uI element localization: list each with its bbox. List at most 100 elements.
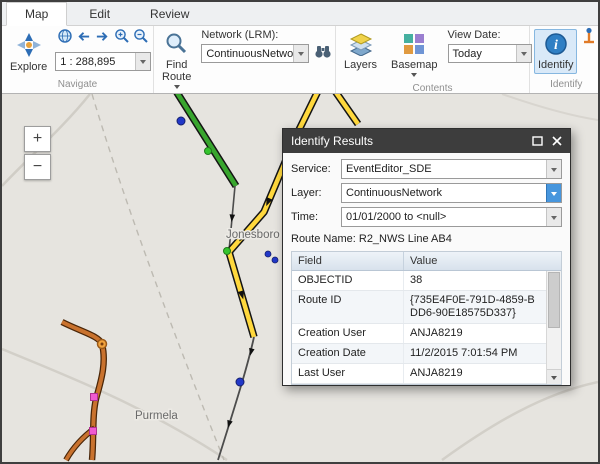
forward-arrow-icon	[95, 29, 110, 49]
basemap-caret-icon	[411, 73, 417, 80]
view-date-value: Today	[449, 48, 516, 60]
zoom-out-magnifier-icon	[133, 28, 149, 49]
scrollbar-thumb[interactable]	[548, 272, 560, 328]
time-value: 01/01/2000 to <null>	[342, 211, 546, 223]
tab-review[interactable]: Review	[132, 2, 207, 25]
route-name-line: Route Name: R2_NWS Line AB4	[291, 233, 562, 245]
table-scrollbar[interactable]	[546, 271, 561, 384]
app-window: Map Edit Review Explor	[0, 0, 600, 464]
network-lrm-label: Network (LRM):	[201, 29, 332, 42]
map-scale-dropdown-arrow	[135, 53, 150, 70]
close-icon	[552, 136, 562, 146]
service-combobox[interactable]: EventEditor_SDE	[341, 159, 562, 179]
table-row: Creation User ANJA8219	[292, 324, 546, 344]
identify-results-title: Identify Results	[291, 134, 524, 148]
layer-combobox[interactable]: ContinuousNetwork	[341, 183, 562, 203]
identify-button[interactable]: i Identify	[534, 29, 577, 74]
blue-point-marker	[177, 117, 185, 125]
value-column-header[interactable]: Value	[404, 252, 561, 270]
minus-icon: −	[33, 158, 42, 176]
explore-compass-icon	[16, 32, 42, 61]
field-column-header[interactable]: Field	[292, 252, 404, 270]
layer-value: ContinuousNetwork	[342, 187, 546, 199]
service-value: EventEditor_SDE	[342, 163, 546, 175]
identify-route-location-button[interactable]	[579, 29, 598, 48]
place-label-jonesboro: Jonesboro	[226, 229, 280, 241]
identify-glyph: i	[554, 38, 558, 53]
tab-edit[interactable]: Edit	[71, 2, 128, 25]
attributes-table-header: Field Value	[292, 252, 561, 271]
identify-results-panel: Identify Results Service:	[282, 128, 571, 386]
identify-group-label: Identify	[534, 79, 598, 93]
service-dropdown-arrow	[546, 160, 561, 178]
view-date-combobox[interactable]: Today	[448, 44, 532, 63]
layer-dropdown-arrow	[546, 184, 561, 202]
find-route-label: Find Route	[162, 59, 191, 83]
map-zoom-control: + −	[24, 126, 51, 182]
identify-icon: i	[544, 32, 568, 59]
scrollbar-down-button[interactable]	[547, 369, 561, 384]
attributes-table-rows: OBJECTID 38 Route ID {735E4F0E-791D-4859…	[292, 271, 546, 384]
navigate-group-label: Navigate	[6, 79, 149, 93]
pink-point-marker	[91, 394, 98, 401]
identify-results-body: Service: EventEditor_SDE Layer: Continuo…	[283, 153, 570, 385]
zoom-in-magnifier-icon	[114, 28, 130, 49]
table-row: Route ID {735E4F0E-791D-4859-BDD6-90E185…	[292, 291, 546, 324]
zoom-in-tool-button[interactable]	[112, 29, 131, 48]
time-combobox[interactable]: 01/01/2000 to <null>	[341, 207, 562, 227]
basemap-label: Basemap	[391, 59, 437, 71]
plus-icon: +	[33, 130, 42, 148]
next-extent-button[interactable]	[93, 29, 112, 48]
map-scale-combobox[interactable]: 1 : 288,895	[55, 52, 151, 71]
green-route	[176, 94, 236, 186]
ribbon-group-navigate: Explore	[2, 26, 154, 93]
network-lrm-dropdown-arrow	[293, 45, 308, 62]
map-zoom-out-button[interactable]: −	[24, 154, 51, 180]
table-row: Creation Date 11/2/2015 7:01:54 PM	[292, 344, 546, 364]
find-route-button[interactable]: Find Route	[158, 29, 195, 95]
layers-icon	[349, 32, 373, 59]
map-scale-value: 1 : 288,895	[56, 56, 135, 68]
full-extent-button[interactable]	[55, 29, 74, 48]
maximize-icon	[532, 136, 543, 146]
table-row: Last User ANJA8219	[292, 364, 546, 384]
tab-review-label: Review	[150, 7, 189, 21]
scroll-down-icon	[551, 376, 557, 383]
tab-map-label: Map	[25, 7, 48, 21]
explore-label: Explore	[10, 61, 47, 73]
identify-results-titlebar[interactable]: Identify Results	[283, 129, 570, 153]
view-date-dropdown-arrow	[516, 45, 531, 62]
ribbon-group-contents: Layers Basemap View Date:	[336, 26, 530, 93]
route-name-value: R2_NWS Line AB4	[359, 233, 452, 245]
zoom-out-tool-button[interactable]	[131, 29, 150, 48]
explore-button[interactable]: Explore	[6, 29, 51, 76]
back-arrow-icon	[76, 29, 91, 49]
maximize-button[interactable]	[530, 134, 544, 148]
basemap-icon	[402, 32, 426, 59]
table-row: OBJECTID 38	[292, 271, 546, 291]
search-routes-button[interactable]	[313, 44, 332, 63]
binoculars-icon	[314, 43, 332, 64]
close-button[interactable]	[550, 134, 564, 148]
ribbon: Explore	[2, 26, 598, 94]
identify-label: Identify	[538, 59, 573, 71]
service-label: Service:	[291, 163, 341, 175]
green-point-marker	[205, 148, 212, 155]
map-zoom-in-button[interactable]: +	[24, 126, 51, 152]
layer-label: Layer:	[291, 187, 341, 199]
find-route-magnifier-icon	[165, 32, 189, 59]
view-date-label: View Date:	[448, 29, 532, 42]
globe-icon	[57, 28, 73, 49]
tab-edit-label: Edit	[89, 7, 110, 21]
tab-map[interactable]: Map	[6, 2, 67, 26]
find-route-caret-icon	[174, 85, 180, 92]
previous-extent-button[interactable]	[74, 29, 93, 48]
attributes-table: Field Value OBJECTID 38 Route ID {735E4F…	[291, 251, 562, 385]
place-label-purmela: Purmela	[135, 410, 178, 422]
ribbon-group-find: Find Route Network (LRM): ContinuousNetw…	[154, 26, 336, 93]
layers-button[interactable]: Layers	[340, 29, 381, 74]
layers-label: Layers	[344, 59, 377, 71]
time-label: Time:	[291, 211, 341, 223]
network-lrm-combobox[interactable]: ContinuousNetwork	[201, 44, 309, 63]
basemap-button[interactable]: Basemap	[387, 29, 441, 83]
